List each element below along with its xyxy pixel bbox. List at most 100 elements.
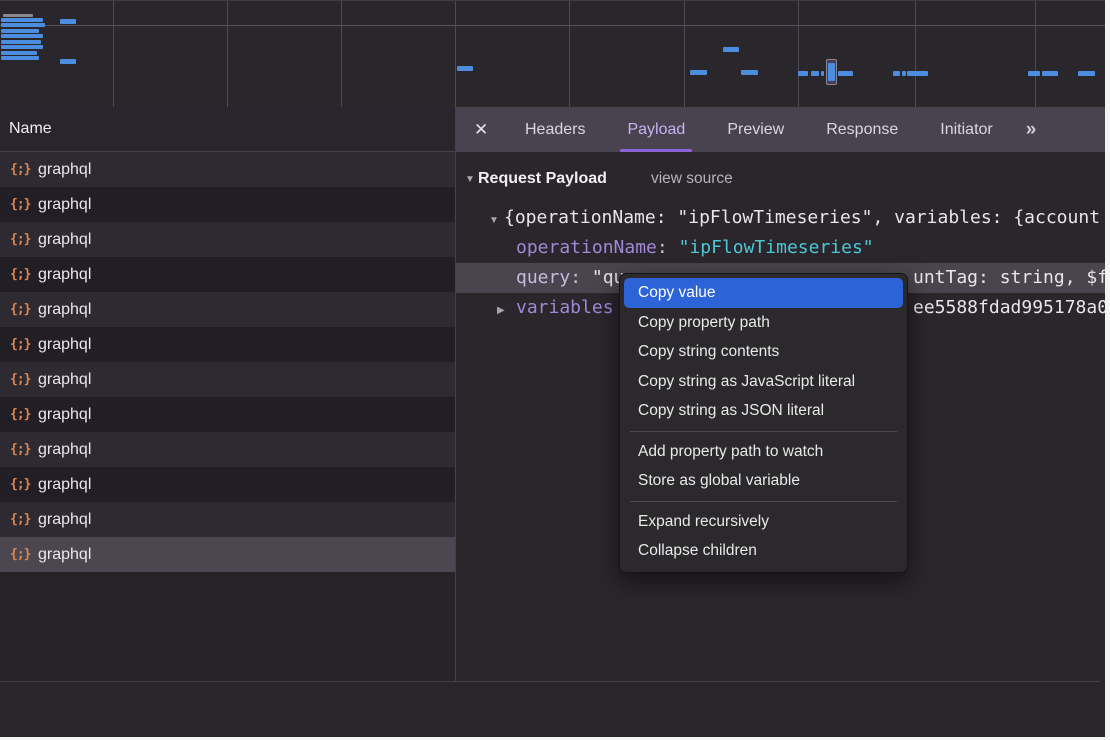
more-tabs-button[interactable]: » (1026, 119, 1035, 141)
json-braces-icon: {;} (10, 477, 38, 492)
gridline (684, 1, 685, 107)
waterfall-bar (838, 71, 853, 76)
key-value-colon: : (570, 267, 592, 288)
menu-item-expand-recursively[interactable]: Expand recursively (624, 507, 903, 537)
property-value-string: "ipFlowTimeseries" (679, 237, 874, 258)
request-name-label: graphql (38, 196, 91, 214)
expander-closed-icon[interactable]: ▶ (497, 296, 516, 323)
tab-payload[interactable]: Payload (620, 107, 692, 152)
json-braces-icon: {;} (10, 162, 38, 177)
property-value-right-fragment: ee5588fdad995178a0 (913, 293, 1105, 323)
request-name-label: graphql (38, 231, 91, 249)
network-request-row[interactable]: {;}graphql (0, 467, 455, 502)
network-request-row[interactable]: {;}graphql (0, 502, 455, 537)
network-request-row[interactable]: {;}graphql (0, 292, 455, 327)
selected-request-marker (826, 59, 837, 85)
panel-divider[interactable] (455, 107, 456, 737)
json-braces-icon: {;} (10, 302, 38, 317)
view-source-link[interactable]: view source (651, 170, 733, 187)
name-header-label: Name (9, 120, 52, 137)
waterfall-bar (1, 18, 43, 22)
capture-right-edge (1105, 0, 1110, 740)
json-braces-icon: {;} (10, 197, 38, 212)
section-title: Request Payload (478, 170, 607, 187)
close-panel-button[interactable]: ✕ (474, 120, 494, 140)
expander-open-icon[interactable]: ▼ (489, 206, 504, 233)
menu-item-copy-value[interactable]: Copy value (624, 278, 903, 308)
context-menu: Copy valueCopy property pathCopy string … (619, 273, 908, 573)
chevron-double-right-icon: » (1026, 119, 1035, 140)
detail-tabs-container: ✕ Headers Payload Preview Response Initiator… (456, 107, 1105, 152)
network-request-row[interactable]: {;}graphql (0, 152, 455, 187)
json-braces-icon: {;} (10, 407, 38, 422)
devtools-window: Name {;}graphql{;}graphql{;}graphql{;}gr… (0, 0, 1110, 740)
waterfall-bar (60, 59, 76, 64)
request-name-label: graphql (38, 161, 91, 179)
waterfall-bar (1, 23, 45, 27)
requests-name-column-header[interactable]: Name (0, 107, 455, 152)
network-request-row[interactable]: {;}graphql (0, 362, 455, 397)
request-name-label: graphql (38, 406, 91, 424)
property-value-right-fragment: untTag: string, $f (913, 263, 1105, 293)
property-key: operationName (516, 237, 657, 258)
tab-initiator[interactable]: Initiator (933, 107, 999, 152)
json-braces-icon: {;} (10, 267, 38, 282)
menu-item-copy-string-as-javascript-literal[interactable]: Copy string as JavaScript literal (624, 367, 903, 397)
network-request-row[interactable]: {;}graphql (0, 257, 455, 292)
waterfall-bar (1, 29, 39, 33)
selected-request-marker-bar (828, 63, 835, 81)
detail-tabs: Headers Payload Preview Response Initiator (504, 107, 1014, 152)
menu-item-copy-property-path[interactable]: Copy property path (624, 308, 903, 338)
request-name-label: graphql (38, 301, 91, 319)
network-request-row[interactable]: {;}graphql (0, 432, 455, 467)
network-request-row[interactable]: {;}graphql (0, 187, 455, 222)
tab-headers[interactable]: Headers (518, 107, 592, 152)
menu-item-collapse-children[interactable]: Collapse children (624, 536, 903, 566)
waterfall-bar (1, 40, 41, 44)
gridline (341, 1, 342, 107)
network-request-row[interactable]: {;}graphql (0, 537, 455, 572)
property-key: variables (516, 297, 614, 318)
network-overview[interactable] (0, 1, 1105, 108)
network-request-row[interactable]: {;}graphql (0, 327, 455, 362)
gridline (227, 1, 228, 107)
close-icon: ✕ (474, 120, 488, 139)
network-request-row[interactable]: {;}graphql (0, 397, 455, 432)
tab-response[interactable]: Response (819, 107, 905, 152)
json-braces-icon: {;} (10, 512, 38, 527)
menu-item-store-as-global-variable[interactable]: Store as global variable (624, 466, 903, 496)
menu-item-add-property-path-to-watch[interactable]: Add property path to watch (624, 437, 903, 467)
json-braces-icon: {;} (10, 372, 38, 387)
json-braces-icon: {;} (10, 442, 38, 457)
waterfall-bar (1, 45, 43, 49)
payload-preview-row[interactable]: ▼{operationName: "ipFlowTimeseries", var… (456, 203, 1105, 233)
section-collapse-icon[interactable]: ▼ (465, 167, 478, 193)
tab-preview[interactable]: Preview (720, 107, 791, 152)
menu-separator (630, 431, 897, 432)
gridline (455, 1, 456, 107)
waterfall-bar (3, 14, 33, 17)
waterfall-bar (811, 71, 819, 76)
waterfall-bar (798, 71, 808, 76)
menu-item-copy-string-contents[interactable]: Copy string contents (624, 337, 903, 367)
waterfall-bar (1042, 71, 1058, 76)
request-name-label: graphql (38, 441, 91, 459)
network-request-row[interactable]: {;}graphql (0, 222, 455, 257)
request-payload-section-header[interactable]: ▼Request Payload view source (456, 166, 1105, 192)
request-name-label: graphql (38, 546, 91, 564)
gridline (915, 1, 916, 107)
key-value-colon: : (657, 237, 679, 258)
waterfall-bar (1, 56, 39, 60)
payload-row-operationname[interactable]: operationName: "ipFlowTimeseries" (456, 233, 1105, 263)
menu-item-copy-string-as-json-literal[interactable]: Copy string as JSON literal (624, 396, 903, 426)
json-braces-icon: {;} (10, 232, 38, 247)
property-key: query (516, 267, 570, 288)
waterfall-bar (457, 66, 473, 71)
waterfall-bar (723, 47, 739, 52)
request-name-label: graphql (38, 476, 91, 494)
waterfall-bar (907, 71, 928, 76)
request-name-label: graphql (38, 336, 91, 354)
object-preview-text: {operationName: "ipFlowTimeseries", vari… (504, 207, 1100, 228)
menu-separator (630, 501, 897, 502)
waterfall-bar (741, 70, 758, 75)
